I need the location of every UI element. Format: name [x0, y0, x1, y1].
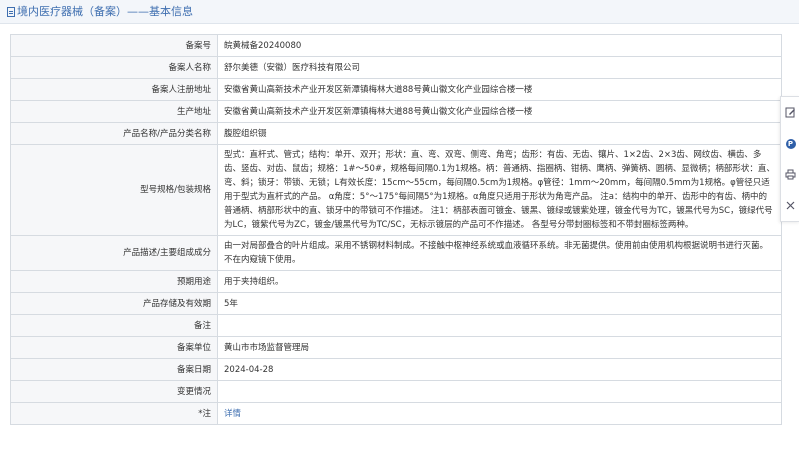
table-row: 生产地址 安徽省黄山高新技术产业开发区新潭镇梅林大道88号黄山徽文化产业园综合楼…	[10, 100, 782, 123]
row-value: 5年	[217, 292, 782, 315]
table-row: 备案号 皖黄械备20240080	[10, 34, 782, 57]
table-row: 备案日期 2024-04-28	[10, 358, 782, 381]
row-value: 腹腔组织镊	[217, 122, 782, 145]
row-label: 备案号	[10, 34, 218, 57]
row-value: 用于夹持组织。	[217, 270, 782, 293]
row-value	[217, 380, 782, 403]
table-row: 产品存储及有效期 5年	[10, 292, 782, 315]
row-label: 备案人注册地址	[10, 78, 218, 101]
header-title-wrap: 境内医疗器械（备案）——基本信息	[7, 5, 193, 19]
p-icon: P	[785, 138, 796, 149]
row-label: 备注	[10, 314, 218, 337]
row-label: 预期用途	[10, 270, 218, 293]
print-button[interactable]	[781, 159, 799, 190]
table-row: 备案单位 黄山市市场监督管理局	[10, 336, 782, 359]
table-row: *注 详情	[10, 402, 782, 425]
floating-toolbar: P	[780, 96, 799, 222]
row-value: 黄山市市场监督管理局	[217, 336, 782, 359]
info-table: 备案号 皖黄械备20240080 备案人名称 舒尔美德（安徽）医疗科技有限公司 …	[10, 34, 782, 425]
table-row: 产品名称/产品分类名称 腹腔组织镊	[10, 122, 782, 145]
row-label: 产品存储及有效期	[10, 292, 218, 315]
table-row: 备案人注册地址 安徽省黄山高新技术产业开发区新潭镇梅林大道88号黄山徽文化产业园…	[10, 78, 782, 101]
row-value: 安徽省黄山高新技术产业开发区新潭镇梅林大道88号黄山徽文化产业园综合楼一楼	[217, 100, 782, 123]
row-value: 由一对局部叠合的叶片组成。采用不锈钢材料制成。不接触中枢神经系统或血液循环系统。…	[217, 235, 782, 271]
edit-icon	[785, 107, 795, 118]
close-button[interactable]	[781, 190, 799, 221]
row-label: 型号规格/包装规格	[10, 144, 218, 236]
row-label: 备案人名称	[10, 56, 218, 79]
row-value: 型式：直杆式、管式；结构：单开、双开；形状：直、弯、双弯、侧弯、角弯；齿形：有齿…	[217, 144, 782, 236]
row-value	[217, 314, 782, 337]
table-row: 型号规格/包装规格 型式：直杆式、管式；结构：单开、双开；形状：直、弯、双弯、侧…	[10, 144, 782, 236]
row-label: *注	[10, 402, 218, 425]
detail-link[interactable]: 详情	[224, 409, 241, 419]
page-header: 境内医疗器械（备案）——基本信息	[0, 0, 799, 24]
row-label: 生产地址	[10, 100, 218, 123]
row-label: 产品描述/主要组成成分	[10, 235, 218, 271]
row-label: 备案日期	[10, 358, 218, 381]
row-value: 舒尔美德（安徽）医疗科技有限公司	[217, 56, 782, 79]
row-label: 产品名称/产品分类名称	[10, 122, 218, 145]
row-value: 安徽省黄山高新技术产业开发区新潭镇梅林大道88号黄山徽文化产业园综合楼一楼	[217, 78, 782, 101]
table-row: 变更情况	[10, 380, 782, 403]
table-row: 产品描述/主要组成成分 由一对局部叠合的叶片组成。采用不锈钢材料制成。不接触中枢…	[10, 235, 782, 271]
document-icon	[7, 7, 15, 17]
row-value: 皖黄械备20240080	[217, 34, 782, 57]
row-value: 详情	[217, 402, 782, 425]
row-value: 2024-04-28	[217, 358, 782, 381]
p-button[interactable]: P	[781, 128, 799, 159]
table-row: 备注	[10, 314, 782, 337]
table-row: 备案人名称 舒尔美德（安徽）医疗科技有限公司	[10, 56, 782, 79]
close-icon	[786, 201, 795, 210]
row-label: 备案单位	[10, 336, 218, 359]
row-label: 变更情况	[10, 380, 218, 403]
page-title: 境内医疗器械（备案）——基本信息	[17, 5, 193, 18]
edit-button[interactable]	[781, 97, 799, 128]
table-row: 预期用途 用于夹持组织。	[10, 270, 782, 293]
print-icon	[785, 169, 796, 180]
